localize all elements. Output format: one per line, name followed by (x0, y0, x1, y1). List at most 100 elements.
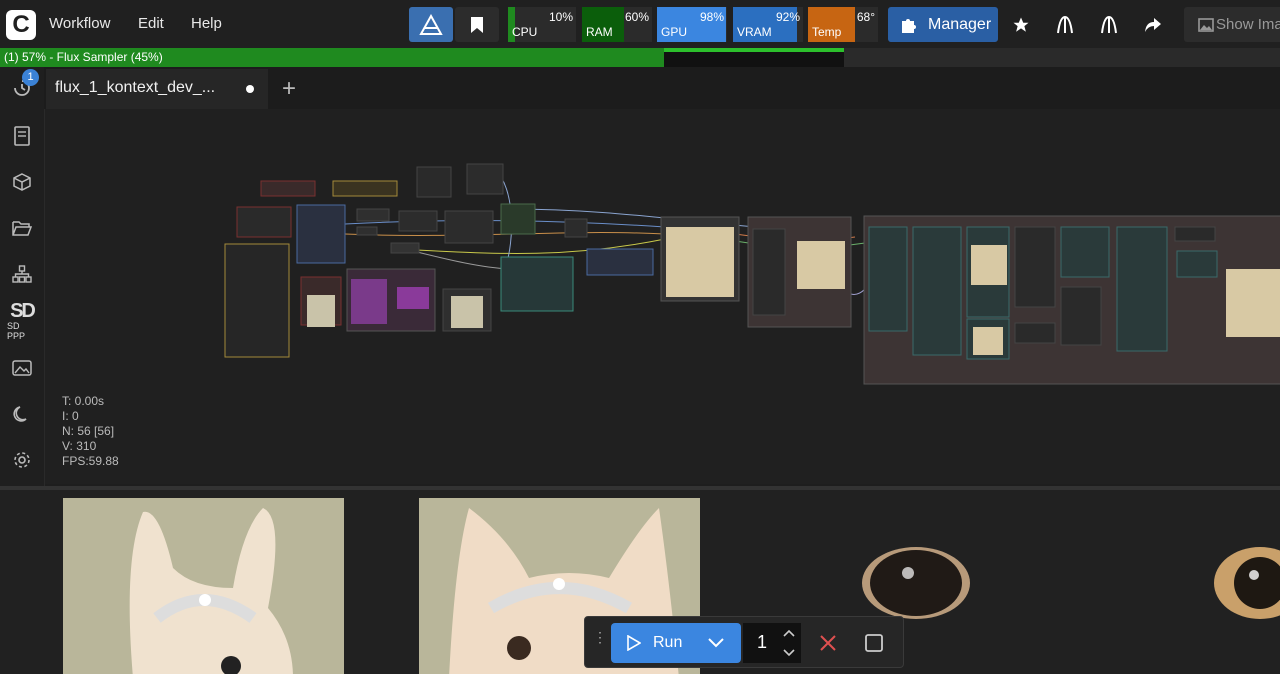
node[interactable] (1176, 250, 1218, 278)
node-library-button[interactable] (9, 123, 35, 149)
workflow-tab-bar: flux_1_kontext_dev_... + (44, 67, 1280, 111)
image-gallery-button[interactable] (9, 355, 35, 381)
chevron-down-icon[interactable] (707, 637, 725, 649)
chevron-up-icon[interactable] (783, 629, 795, 637)
theme-toggle-button[interactable] (9, 401, 35, 427)
node-group[interactable] (224, 243, 290, 358)
node-graph-canvas[interactable]: T: 0.00s I: 0 N: 56 [56] V: 310 FPS:59.8… (45, 109, 1280, 484)
unsaved-dot-icon[interactable] (246, 85, 254, 93)
comfy-logo[interactable]: C (6, 10, 36, 40)
puzzle-icon (902, 18, 916, 33)
vram-percent: 92% (775, 10, 800, 24)
stat-iterations: I: 0 (62, 409, 79, 423)
node[interactable] (260, 180, 316, 197)
stat-time: T: 0.00s (62, 394, 105, 408)
bookmark-icon (471, 16, 483, 33)
node[interactable] (296, 204, 346, 264)
cat-preview-image (1226, 269, 1280, 337)
fidget-icon (1057, 15, 1073, 34)
cancel-icon[interactable] (819, 634, 837, 652)
queue-logo-button[interactable] (409, 7, 453, 42)
cat-preview-image (971, 245, 1007, 285)
workflows-button[interactable] (9, 215, 35, 241)
node[interactable] (500, 203, 536, 235)
add-tab-button[interactable]: + (282, 75, 296, 103)
node[interactable] (390, 242, 420, 254)
cat-preview-image (973, 327, 1003, 355)
bunny-preview-image (451, 296, 483, 328)
menu-edit[interactable]: Edit (138, 15, 164, 32)
node[interactable] (397, 287, 429, 309)
node[interactable] (356, 208, 390, 222)
node[interactable] (332, 180, 398, 197)
node[interactable] (586, 248, 654, 276)
star-button[interactable] (1006, 10, 1036, 40)
image-icon (1198, 17, 1214, 32)
node[interactable] (351, 279, 387, 324)
vram-monitor: 92% VRAM (733, 7, 803, 42)
progress-track (664, 52, 844, 67)
star-icon (1013, 17, 1029, 32)
node[interactable] (1174, 226, 1216, 242)
sd-ppp-label: SD PPP (7, 321, 26, 341)
eye-closeup-image (862, 547, 970, 619)
folder-open-icon (12, 221, 32, 236)
node[interactable] (398, 210, 438, 232)
node[interactable] (868, 226, 908, 332)
triangle-icon (419, 13, 443, 35)
fidget-button-1[interactable] (1050, 10, 1080, 40)
node[interactable] (1014, 226, 1056, 308)
settings-button[interactable] (9, 447, 35, 473)
temp-label: Temp (812, 25, 842, 39)
node[interactable] (752, 228, 786, 316)
fidget-button-2[interactable] (1094, 10, 1124, 40)
manager-label: Manager (928, 15, 992, 33)
stat-fps: FPS:59.88 (62, 454, 119, 468)
menu-help[interactable]: Help (191, 15, 222, 32)
share-button[interactable] (1138, 10, 1168, 40)
node[interactable] (466, 163, 504, 195)
bookmark-button[interactable] (455, 7, 499, 42)
batch-count-value: 1 (757, 632, 768, 652)
manager-button[interactable]: Manager (888, 7, 998, 42)
cube-icon (13, 173, 31, 191)
node[interactable] (1060, 286, 1102, 346)
tab-name: flux_1_kontext_dev_... (55, 79, 216, 96)
left-sidebar: 1 SD SD PPP (0, 67, 45, 487)
node[interactable] (564, 218, 588, 238)
sd-ppp-button[interactable]: SD SD PPP (7, 301, 37, 341)
run-toolbar: ⋮⋮ Run 1 (584, 616, 904, 668)
node[interactable] (1116, 226, 1168, 352)
menu-workflow[interactable]: Workflow (49, 15, 110, 32)
cat-preview-image (797, 241, 845, 289)
node[interactable] (444, 210, 494, 244)
node[interactable] (500, 256, 574, 312)
tab-workflow[interactable]: flux_1_kontext_dev_... (46, 69, 268, 111)
stop-icon[interactable] (865, 634, 883, 652)
show-images-button[interactable]: Show Ima (1184, 7, 1280, 42)
model-library-button[interactable] (9, 169, 35, 195)
eye-closeup-image (1214, 547, 1280, 619)
chevron-down-icon[interactable] (783, 649, 795, 657)
templates-button[interactable] (9, 261, 35, 287)
node[interactable] (356, 226, 378, 236)
node[interactable] (1060, 226, 1110, 278)
bunny-output-image[interactable] (63, 498, 344, 674)
play-icon (627, 635, 641, 651)
bunny-image-art (63, 498, 344, 674)
image-icon (12, 360, 32, 376)
moon-icon (13, 406, 27, 422)
run-button[interactable]: Run (611, 623, 741, 663)
batch-count-stepper[interactable]: 1 (743, 623, 801, 663)
node[interactable] (236, 206, 292, 238)
cpu-monitor: 10% CPU (508, 7, 576, 42)
node[interactable] (912, 226, 962, 356)
share-arrow-icon (1145, 18, 1161, 32)
node[interactable] (416, 166, 452, 198)
node[interactable] (1014, 322, 1056, 344)
cat-preview-image (666, 227, 734, 297)
drag-handle-icon[interactable]: ⋮⋮ (593, 630, 622, 651)
hierarchy-icon (12, 265, 32, 283)
gear-icon (14, 452, 30, 468)
node-graph (224, 163, 1280, 385)
